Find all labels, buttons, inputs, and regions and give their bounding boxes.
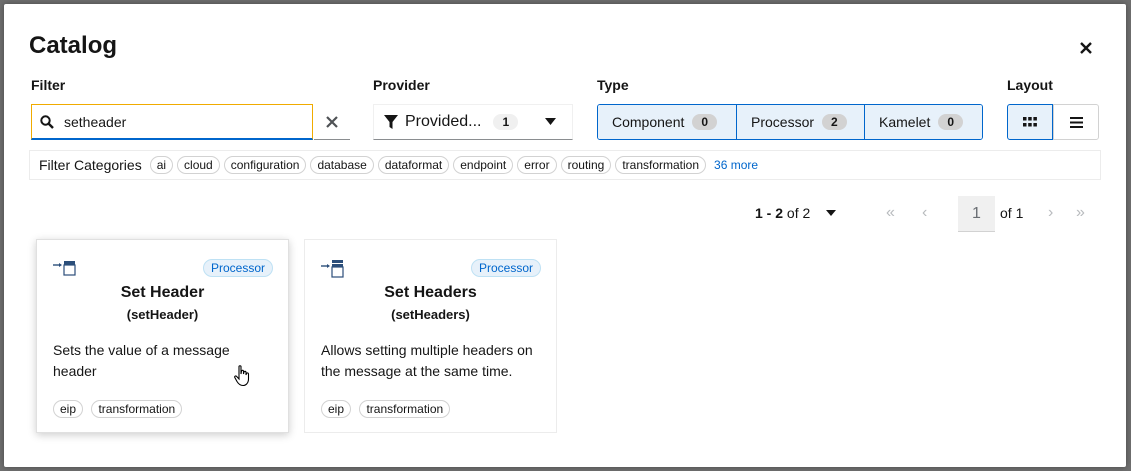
type-label: Type xyxy=(597,77,629,93)
type-option-label: Processor xyxy=(751,114,815,130)
last-page-icon[interactable]: » xyxy=(1076,204,1085,222)
list-layout-button[interactable] xyxy=(1053,104,1099,140)
first-page-icon[interactable]: « xyxy=(886,204,895,222)
card-description: Allows setting multiple headers on the m… xyxy=(321,342,533,379)
type-option-count: 0 xyxy=(692,114,718,130)
clear-icon xyxy=(326,115,338,128)
type-option-count: 2 xyxy=(822,114,847,130)
close-icon xyxy=(1080,42,1092,54)
card-tag: transformation xyxy=(91,400,183,418)
set-headers-icon xyxy=(321,260,344,278)
clear-search-button[interactable] xyxy=(314,104,350,140)
provider-label: Provider xyxy=(373,77,430,93)
page-number-input[interactable]: 1 xyxy=(958,196,995,232)
category-chip[interactable]: error xyxy=(517,156,557,174)
close-button[interactable] xyxy=(1075,37,1097,59)
modal-title: Catalog xyxy=(29,32,118,59)
category-chip[interactable]: transformation xyxy=(615,156,707,174)
type-option-label: Kamelet xyxy=(879,114,931,130)
processor-tag: Processor xyxy=(470,259,541,277)
catalog-modal: Catalog Filter Provider Type Layout seth… xyxy=(4,4,1126,467)
card-subtitle: (setHeaders) xyxy=(391,307,470,322)
card-title: Set Headers xyxy=(384,284,477,301)
pagination-range-value: 1 - 2 xyxy=(755,205,784,221)
category-chip[interactable]: endpoint xyxy=(453,156,514,174)
filter-icon xyxy=(384,115,398,129)
set-header-icon xyxy=(53,261,76,276)
chevron-down-icon[interactable] xyxy=(826,210,836,216)
hand-cursor-icon xyxy=(234,365,250,387)
provider-count-badge: 1 xyxy=(493,114,519,130)
type-processor-toggle[interactable]: Processor 2 xyxy=(737,105,865,139)
pagination-total: of 2 xyxy=(786,205,811,221)
processor-tag: Processor xyxy=(202,259,273,277)
card-tag: transformation xyxy=(359,400,451,418)
type-option-count: 0 xyxy=(938,114,964,130)
card-subtitle: (setHeader) xyxy=(126,307,199,322)
filter-categories: Filter Categories ai cloud configuration… xyxy=(29,150,1101,180)
category-chip[interactable]: dataformat xyxy=(377,156,450,174)
search-input-value: setheader xyxy=(64,113,127,130)
card-tag: eip xyxy=(321,400,352,418)
page-count: of 1 xyxy=(1000,205,1024,221)
card-tags: eip transformation xyxy=(321,400,454,418)
more-categories-link[interactable]: 36 more xyxy=(714,158,758,172)
category-chip[interactable]: configuration xyxy=(223,156,307,174)
list-icon xyxy=(1069,116,1083,128)
grid-icon xyxy=(1023,117,1037,127)
type-toggle-group: Component 0 Processor 2 Kamelet 0 xyxy=(597,104,983,140)
type-component-toggle[interactable]: Component 0 xyxy=(598,105,737,139)
chevron-down-icon xyxy=(545,118,556,125)
card-title: Set Header xyxy=(120,284,205,301)
grid-layout-button[interactable] xyxy=(1007,104,1053,140)
type-option-label: Component xyxy=(612,114,685,130)
layout-label: Layout xyxy=(1007,77,1053,93)
category-chip[interactable]: cloud xyxy=(177,156,220,174)
pagination-range[interactable]: 1 - 2 of 2 xyxy=(755,205,810,221)
category-chip[interactable]: routing xyxy=(560,156,612,174)
prev-page-icon[interactable]: ‹ xyxy=(922,204,927,222)
card-tag: eip xyxy=(53,400,84,418)
type-kamelet-toggle[interactable]: Kamelet 0 xyxy=(865,105,982,139)
catalog-tile-set-headers[interactable]: Processor Set Headers (setHeaders) Allow… xyxy=(304,239,557,433)
catalog-tile-set-header[interactable]: Processor Set Header (setHeader) Sets th… xyxy=(36,239,289,433)
provider-value: Provided... xyxy=(405,113,482,130)
provider-select[interactable]: Provided... 1 xyxy=(373,104,573,140)
search-input[interactable]: setheader xyxy=(31,104,313,140)
next-page-icon[interactable]: › xyxy=(1048,204,1053,222)
category-chip[interactable]: ai xyxy=(149,156,174,174)
filter-label: Filter xyxy=(31,77,66,93)
filter-categories-title: Filter Categories xyxy=(39,157,142,173)
card-tags: eip transformation xyxy=(53,400,186,418)
search-icon xyxy=(32,114,62,129)
category-chip[interactable]: database xyxy=(310,156,374,174)
